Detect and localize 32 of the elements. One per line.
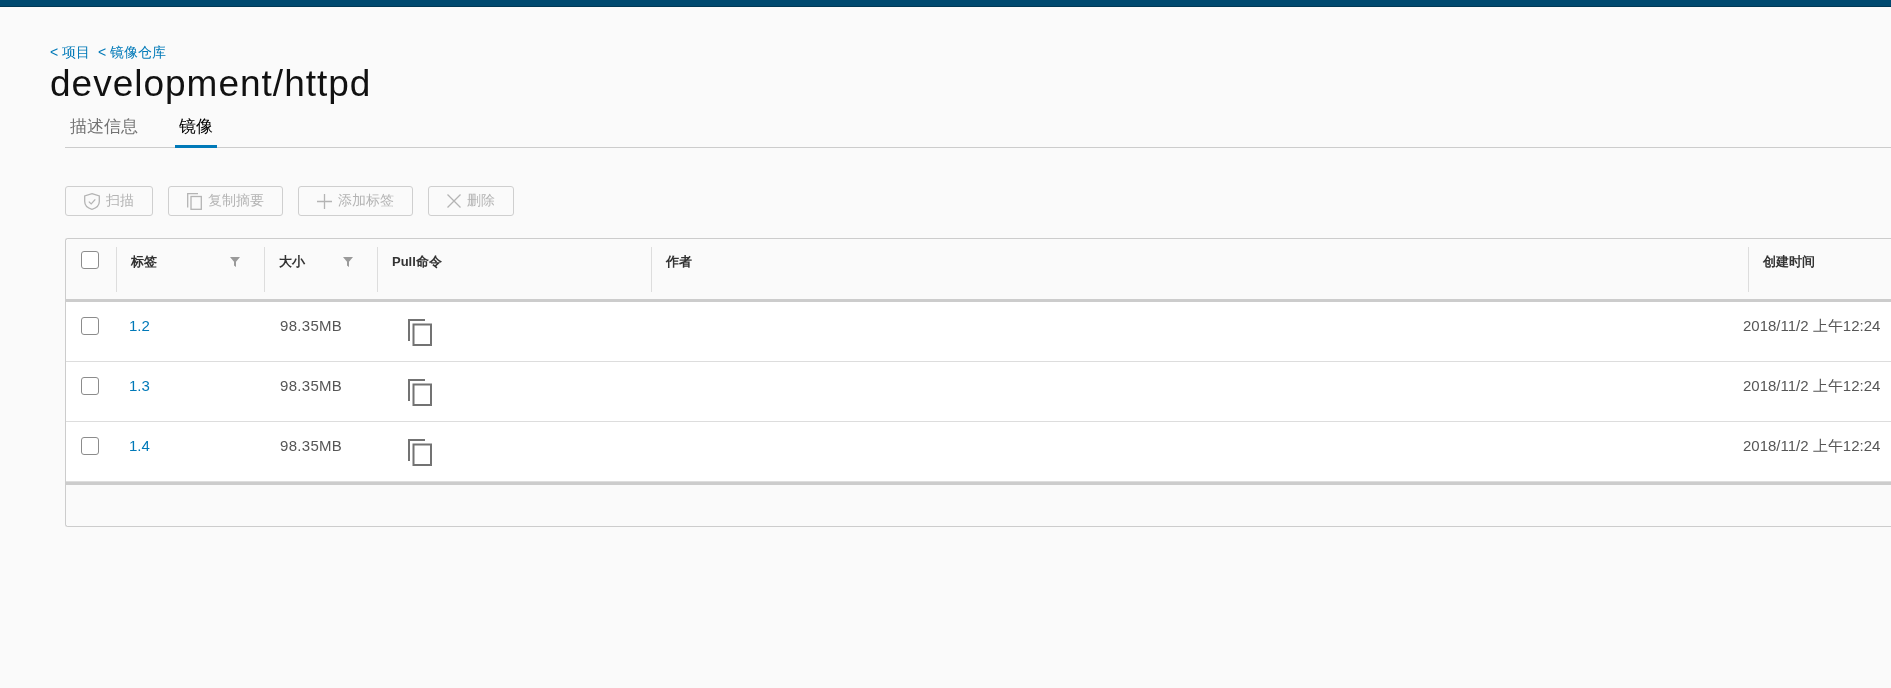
column-header[interactable]: 作者 [666,254,692,270]
tab[interactable]: 描述信息 [66,110,142,148]
table-cell: 98.35MB [280,437,343,454]
table-cell: 2018/11/2 上午12:24 [1743,377,1881,394]
table-cell: 98.35MB [280,377,343,394]
column-header[interactable]: 大小 [279,254,305,270]
copy-icon[interactable] [408,319,432,346]
table-cell: 98.35MB [280,317,343,334]
page-title: development/httpd [50,64,372,104]
table-cell: 2018/11/2 上午12:24 [1743,317,1881,334]
copy-icon [187,192,202,210]
copy-icon[interactable] [408,379,432,406]
tag-link[interactable]: 1.3 [129,377,150,394]
table-cell: 2018/11/2 上午12:24 [1743,437,1881,454]
checkbox[interactable] [81,251,99,269]
checkbox[interactable] [81,317,99,335]
copy-icon[interactable] [408,439,432,466]
filter-icon[interactable] [230,257,240,267]
shield-check-icon [84,192,100,210]
cross-icon [447,194,461,208]
tab[interactable]: 镜像 [175,110,217,148]
tag-link[interactable]: 1.4 [129,437,150,454]
column-header[interactable]: Pull命令 [392,254,442,270]
tag-link[interactable]: 1.2 [129,317,150,334]
column-header[interactable]: 创建时间 [1763,254,1815,270]
checkbox[interactable] [81,437,99,455]
filter-icon[interactable] [343,257,353,267]
checkbox[interactable] [81,377,99,395]
plus-icon [317,193,332,209]
breadcrumb-link[interactable]: < 镜像仓库 [98,44,167,60]
breadcrumb-link[interactable]: < 项目 [50,44,91,60]
column-header[interactable]: 标签 [131,254,157,270]
